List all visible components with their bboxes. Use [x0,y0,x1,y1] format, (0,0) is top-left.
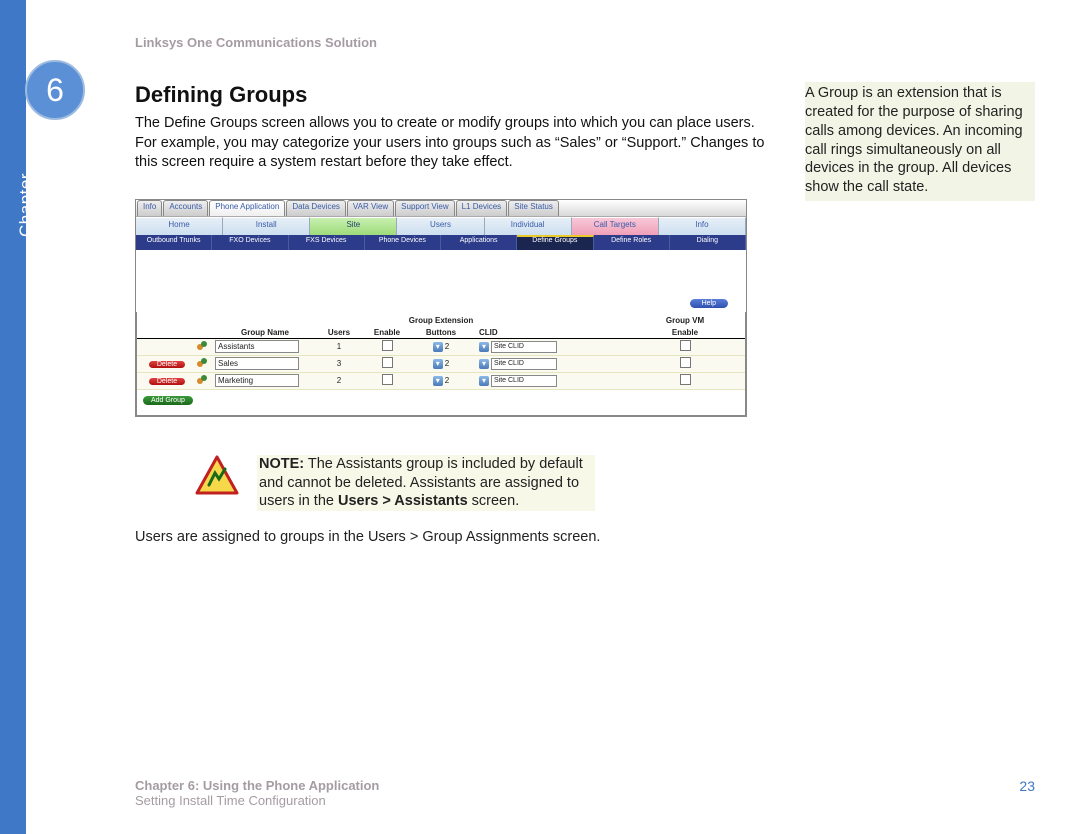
users-count: 2 [315,376,363,385]
note-link: Users > Assistants [338,493,468,509]
groups-table: Group Extension Group VM Group Name User… [136,312,746,416]
footer-subtitle: Setting Install Time Configuration [135,793,379,808]
col-vm-enable: Enable [655,328,715,337]
vm-enable-checkbox[interactable] [680,374,691,385]
warning-icon [195,455,239,495]
nav-tab-row: HomeInstallSiteUsersIndividualCall Targe… [136,217,746,235]
page-sidebar: Chapter [0,0,26,834]
sub-tab[interactable]: FXS Devices [289,235,365,250]
after-note-pre: Users are assigned to groups in the [135,529,368,545]
col-clid: CLID [471,328,579,337]
group-icon [197,375,209,385]
nav-tab[interactable]: Individual [485,217,572,235]
table-row: Assistants1▾2▾Site CLID [137,339,745,356]
col-group-vm: Group VM [655,316,715,325]
table-row: DeleteSales3▾2▾Site CLID [137,356,745,373]
sub-tab[interactable]: FXO Devices [212,235,288,250]
ext-enable-checkbox[interactable] [382,374,393,385]
top-tab[interactable]: Data Devices [286,200,346,216]
clid-dropdown[interactable]: ▾ [479,342,489,352]
group-icon [197,358,209,368]
ext-enable-checkbox[interactable] [382,340,393,351]
nav-tab[interactable]: Users [397,217,484,235]
footer-chapter: Chapter 6: Using the Phone Application [135,778,379,793]
toolbar-area: Help [136,250,746,312]
top-tab[interactable]: Support View [395,200,454,216]
after-note-paragraph: Users are assigned to groups in the User… [135,529,775,545]
sub-tab[interactable]: Outbound Trunks [136,235,212,250]
app-screenshot: InfoAccountsPhone ApplicationData Device… [135,199,747,417]
nav-tab[interactable]: Install [223,217,310,235]
nav-tab[interactable]: Info [659,217,746,235]
clid-field[interactable]: Site CLID [491,341,557,353]
group-name-field[interactable]: Marketing [215,374,299,387]
after-note-post: screen. [549,529,601,545]
after-note-bold: Users > Group Assignments [368,529,549,545]
group-name-field[interactable]: Sales [215,357,299,370]
users-count: 1 [315,342,363,351]
group-icon [197,341,209,351]
sub-tab[interactable]: Phone Devices [365,235,441,250]
top-tab[interactable]: Site Status [508,200,559,216]
nav-tab[interactable]: Call Targets [572,217,659,235]
vm-enable-checkbox[interactable] [680,340,691,351]
top-tab[interactable]: L1 Devices [456,200,508,216]
sub-tab-row: Outbound TrunksFXO DevicesFXS DevicesPho… [136,235,746,250]
page-number: 23 [1019,778,1035,808]
note-label: NOTE: [259,456,304,472]
col-group-name: Group Name [215,328,315,337]
users-count: 3 [315,359,363,368]
buttons-stepper[interactable]: ▾ [433,376,443,386]
document-title: Linksys One Communications Solution [135,35,1035,50]
sub-tab[interactable]: Applications [441,235,517,250]
col-buttons: Buttons [411,328,471,337]
sub-tab[interactable]: Define Roles [594,235,670,250]
col-users: Users [315,328,363,337]
vm-enable-checkbox[interactable] [680,357,691,368]
help-button[interactable]: Help [690,299,728,308]
sub-tab[interactable]: Dialing [670,235,746,250]
margin-note: A Group is an extension that is created … [805,82,1035,201]
top-tab[interactable]: Phone Application [209,200,285,216]
chapter-label: Chapter [16,173,36,237]
intro-paragraph: The Define Groups screen allows you to c… [135,114,775,173]
add-group-button[interactable]: Add Group [143,396,193,405]
buttons-stepper[interactable]: ▾ [433,342,443,352]
delete-button[interactable]: Delete [149,378,185,385]
clid-field[interactable]: Site CLID [491,358,557,370]
ext-enable-checkbox[interactable] [382,357,393,368]
clid-dropdown[interactable]: ▾ [479,376,489,386]
nav-tab[interactable]: Site [310,217,397,235]
page-footer: Chapter 6: Using the Phone Application S… [135,778,1035,808]
group-name-field[interactable]: Assistants [215,340,299,353]
buttons-stepper[interactable]: ▾ [433,359,443,369]
nav-tab[interactable]: Home [136,217,223,235]
note-text: NOTE: The Assistants group is included b… [257,455,595,512]
table-row: DeleteMarketing2▾2▾Site CLID [137,373,745,390]
delete-button[interactable]: Delete [149,361,185,368]
top-tab-row: InfoAccountsPhone ApplicationData Device… [136,200,746,217]
sub-tab[interactable]: Define Groups [517,235,593,250]
top-tab[interactable]: Accounts [163,200,208,216]
note-tail: screen. [468,493,520,509]
top-tab[interactable]: Info [137,200,162,216]
col-group-extension: Group Extension [363,316,519,325]
clid-dropdown[interactable]: ▾ [479,359,489,369]
col-enable: Enable [363,328,411,337]
clid-field[interactable]: Site CLID [491,375,557,387]
top-tab[interactable]: VAR View [347,200,394,216]
chapter-number: 6 [46,72,64,109]
note-block: NOTE: The Assistants group is included b… [195,455,595,512]
chapter-number-badge: 6 [25,60,85,120]
section-heading: Defining Groups [135,82,775,108]
